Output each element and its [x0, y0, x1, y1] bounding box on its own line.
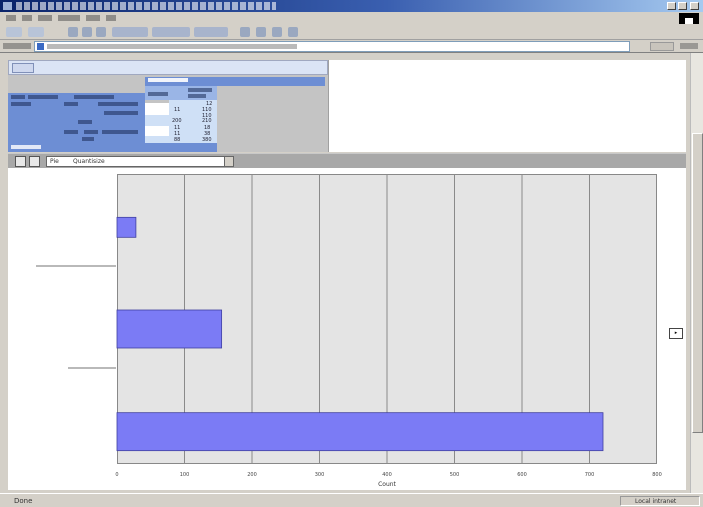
pivot-text-redacted	[11, 95, 25, 99]
bar[interactable]	[116, 309, 223, 349]
x-tick-label: 500	[450, 472, 460, 478]
x-tick-label: 100	[180, 472, 190, 478]
minimize-button[interactable]	[667, 2, 676, 10]
legend-toggle-button[interactable]: ▸	[669, 328, 683, 339]
forward-button[interactable]	[28, 27, 44, 37]
pivot-data-cells	[145, 136, 169, 143]
menu-edit[interactable]	[22, 15, 32, 21]
go-button[interactable]	[650, 42, 674, 51]
pivot-value: 88	[174, 137, 181, 143]
pivot-value: 11	[174, 107, 181, 113]
pivot-text-redacted	[148, 78, 188, 82]
pivot-toolbar-button[interactable]	[12, 63, 34, 73]
address-input[interactable]	[34, 41, 630, 52]
menu-view[interactable]	[38, 15, 52, 21]
chart-area: 0 100 200 300 400 500 600 700 800 Count ▸	[8, 168, 686, 490]
pivot-value: 200	[172, 118, 182, 124]
x-tick-label: 800	[652, 472, 662, 478]
pivot-data-cells	[145, 115, 169, 126]
url-text-redacted	[47, 44, 297, 49]
pivot-text-redacted	[64, 102, 78, 106]
back-button[interactable]	[6, 27, 22, 37]
chart-toolbar: Pie Quantisize	[8, 153, 686, 168]
pivot-text-redacted	[28, 95, 58, 99]
chevron-down-icon[interactable]	[224, 157, 233, 166]
x-axis-title: Count	[378, 481, 396, 488]
maximize-button[interactable]	[678, 2, 687, 10]
mail-icon[interactable]	[240, 27, 250, 37]
refresh-icon[interactable]	[82, 27, 92, 37]
pivot-text-redacted	[11, 145, 41, 149]
x-tick-label: 400	[382, 472, 392, 478]
pivot-text-redacted	[188, 94, 206, 98]
chart-field-select[interactable]: Pie Quantisize	[46, 156, 234, 167]
edit-icon[interactable]	[272, 27, 282, 37]
status-text: Done	[14, 497, 33, 505]
address-bar	[0, 40, 703, 53]
pivot-table: 12 110 11 110 200 210 11 18 11 38 88 380	[8, 75, 328, 152]
stop-icon[interactable]	[68, 27, 78, 37]
bar[interactable]	[116, 216, 137, 238]
status-bar: Done Local intranet	[0, 493, 703, 507]
address-label	[3, 43, 31, 49]
menu-file[interactable]	[6, 15, 16, 21]
pivot-text-redacted	[11, 102, 31, 106]
close-button[interactable]	[690, 2, 699, 10]
pivot-value: 380	[202, 137, 212, 143]
pivot-row-labels	[8, 100, 145, 143]
vertical-scrollbar[interactable]	[690, 53, 703, 493]
pivot-text-redacted	[82, 137, 94, 141]
browser-toolbar	[0, 24, 703, 40]
search-button[interactable]	[112, 27, 148, 37]
pivot-text-redacted	[74, 95, 114, 99]
menu-bar	[0, 12, 703, 24]
chart-view-icon[interactable]	[15, 156, 26, 167]
pivot-text-redacted	[64, 130, 78, 134]
menu-favorites[interactable]	[58, 15, 80, 21]
chart-options-icon[interactable]	[29, 156, 40, 167]
menu-help[interactable]	[106, 15, 116, 21]
home-icon[interactable]	[96, 27, 106, 37]
pivot-text-redacted	[98, 102, 138, 106]
pivot-selected-cell[interactable]	[145, 126, 169, 136]
page-icon	[37, 43, 44, 50]
pivot-text-redacted	[148, 92, 168, 96]
window-title-redacted	[16, 2, 276, 10]
x-tick-label: 0	[115, 472, 118, 478]
pivot-value: 210	[202, 118, 212, 124]
print-icon[interactable]	[256, 27, 266, 37]
x-tick-label: 200	[247, 472, 257, 478]
menu-tools[interactable]	[86, 15, 100, 21]
links-button[interactable]	[680, 43, 698, 49]
bar[interactable]	[116, 412, 604, 452]
x-tick-label: 700	[585, 472, 595, 478]
security-zone: Local intranet	[620, 496, 700, 506]
pivot-toolbar	[8, 60, 328, 75]
history-button[interactable]	[194, 27, 228, 37]
x-tick-label: 600	[517, 472, 527, 478]
pivot-text-redacted	[78, 120, 92, 124]
pivot-selected-cell[interactable]	[145, 103, 169, 115]
window-titlebar	[0, 0, 703, 12]
security-zone-label: Local intranet	[635, 498, 677, 505]
pivot-text-redacted	[104, 111, 138, 115]
chart-field-value: Quantisize	[73, 158, 105, 165]
app-icon	[3, 2, 12, 10]
bar-chart: 0 100 200 300 400 500 600 700 800 Count	[36, 174, 662, 488]
chart-field-label: Pie	[50, 158, 59, 165]
favorites-button[interactable]	[152, 27, 190, 37]
scrollbar-thumb[interactable]	[692, 133, 703, 433]
pivot-text-redacted	[84, 130, 98, 134]
discuss-icon[interactable]	[288, 27, 298, 37]
x-tick-label: 300	[315, 472, 325, 478]
pivot-empty-area	[328, 60, 686, 152]
pivot-text-redacted	[102, 130, 138, 134]
pivot-text-redacted	[188, 88, 212, 92]
